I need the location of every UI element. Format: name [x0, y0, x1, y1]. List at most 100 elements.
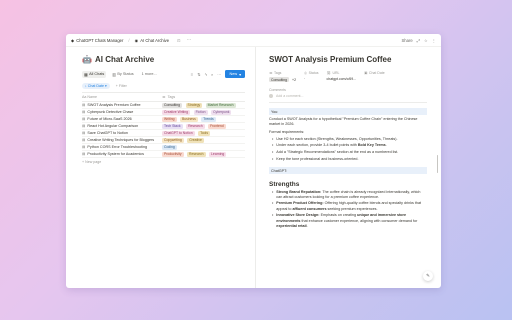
- row-name[interactable]: SWOT Analysis Premium Coffee: [87, 103, 140, 107]
- tag-chip: Productivity: [162, 151, 184, 157]
- property-chat-date[interactable]: ▣ Chat Date: [364, 71, 385, 82]
- tag-chip: Learning: [209, 151, 227, 157]
- breadcrumb-separator: /: [128, 37, 130, 43]
- app-window: ◆ ChatGPT Chats Manager / ◉ AI Chat Arch…: [66, 34, 441, 288]
- tag-chip: Creative Writing: [162, 109, 191, 115]
- breadcrumb-item-archive[interactable]: AI Chat Archive: [140, 38, 169, 43]
- table-body: ▤ SWOT Analysis Premium Coffee Consulting S…: [82, 102, 245, 158]
- page-menu-icon[interactable]: ⋮: [432, 38, 436, 43]
- you-label: You:: [269, 108, 427, 115]
- chat-detail-pane: SWOT Analysis Premium Coffee ≔ Tags Consu…: [257, 47, 441, 288]
- page-icon: ▤: [82, 110, 86, 114]
- table-row[interactable]: ▤ Productivity System for Academics Produc…: [82, 151, 245, 158]
- table-row[interactable]: ▤ Creative Writing Techniques for Blogger…: [82, 137, 245, 144]
- property-url[interactable]: ⛓ URL chatgpt.com/c/69...: [327, 71, 357, 82]
- view-tab-all-chats[interactable]: ▦ All Chats: [82, 70, 107, 78]
- list-icon: ≔: [269, 71, 273, 75]
- pen-icon: ✎: [426, 273, 430, 278]
- column-header-tags[interactable]: ≔ Tags: [162, 95, 245, 99]
- comments-label: Comments: [269, 88, 286, 92]
- table-row[interactable]: ▤ React Hot Angular Comparison Tech Stack R…: [82, 123, 245, 130]
- view-tab-by-status[interactable]: ▥ By Status: [110, 71, 135, 78]
- tag-chip: Copywriting: [162, 137, 184, 143]
- view-tab-more[interactable]: 1 more...: [140, 71, 159, 77]
- page-icon: ▤: [82, 103, 86, 107]
- settings-icon[interactable]: ⋯: [217, 72, 221, 77]
- lightning-icon[interactable]: ϟ: [205, 72, 207, 77]
- list-item: • Add a "Strategic Recommendations" secti…: [272, 150, 399, 155]
- bullet-icon: •: [272, 213, 274, 218]
- table-header: Aa Name ≔ Tags: [82, 93, 245, 102]
- property-tags[interactable]: ≔ Tags Consulting +2: [269, 71, 296, 82]
- list-item: • Premium Product Offering: Offering high…: [272, 201, 422, 211]
- bullet-icon: •: [272, 143, 274, 148]
- tag-chip: Writing: [162, 116, 177, 122]
- row-name[interactable]: Creative Writing Techniques for Bloggers: [87, 138, 154, 142]
- tag-chip: Strategy: [185, 102, 203, 108]
- table-row[interactable]: ▤ Future of Micro-SaaS 2026 Writing Busines…: [82, 116, 245, 123]
- bullet-icon: •: [272, 189, 274, 194]
- strengths-heading: Strengths: [269, 181, 300, 189]
- chevron-down-icon: ▾: [239, 72, 241, 77]
- row-name[interactable]: Python CORS Error Troubleshooting: [87, 145, 147, 149]
- tag-chip: Business: [180, 116, 198, 122]
- table-row[interactable]: ▤ Python CORS Error Troubleshooting Coding: [82, 144, 245, 151]
- avatar: [269, 94, 273, 98]
- chatgpt-label: ChatGPT:: [269, 167, 427, 175]
- calendar-icon: ▣: [364, 71, 368, 75]
- properties-row: ≔ Tags Consulting +2 ◎ Status · ⛓ URL chatg…: [269, 71, 427, 82]
- filter-icon[interactable]: ≡: [191, 72, 193, 77]
- star-icon[interactable]: ☆: [424, 38, 428, 43]
- view-toolbar: ▦ All Chats ▥ By Status 1 more... ≡ ⇅ ϟ …: [82, 70, 245, 78]
- database-title: AI Chat Archive: [94, 55, 155, 64]
- new-button[interactable]: New ▾: [225, 70, 245, 78]
- row-name[interactable]: Cyberpunk Detective Chase: [87, 110, 133, 114]
- table-row[interactable]: ▤ SWOT Analysis Premium Coffee Consulting S…: [82, 102, 245, 109]
- lock-icon: ⊡: [177, 37, 181, 43]
- status-icon: ◎: [304, 71, 308, 75]
- column-header-name[interactable]: Aa Name: [82, 95, 162, 99]
- database-pane: 🤖 AI Chat Archive ▦ All Chats ▥ By Statu…: [66, 47, 256, 288]
- row-name[interactable]: Save ChatGPT to Notion: [87, 131, 128, 135]
- top-bar: ◆ ChatGPT Chats Manager / ◉ AI Chat Arch…: [66, 34, 441, 47]
- property-status[interactable]: ◎ Status ·: [304, 71, 319, 82]
- expand-icon[interactable]: ⤢: [417, 38, 420, 43]
- page-icon: ▤: [82, 152, 86, 156]
- url-value[interactable]: chatgpt.com/c/69...: [327, 77, 357, 81]
- search-icon[interactable]: ⌕: [211, 72, 213, 77]
- page-icon: ▤: [82, 145, 86, 149]
- tag-chip: Tools: [198, 130, 211, 136]
- page-icon: ▤: [82, 138, 86, 142]
- tag-chip: Tech Stack: [162, 123, 183, 129]
- page-icon: ▤: [82, 124, 86, 128]
- list-item: • Under each section, provide 3-4 bullet …: [272, 143, 387, 148]
- bullet-icon: •: [272, 136, 274, 141]
- tag-chip: Research: [187, 151, 206, 157]
- row-name[interactable]: Productivity System for Academics: [87, 152, 144, 156]
- link-icon: ⛓: [326, 71, 331, 75]
- robot-icon: ◉: [134, 37, 139, 43]
- robot-emoji-icon: 🤖: [82, 55, 92, 64]
- add-comment-input[interactable]: Add a comment...: [269, 94, 427, 98]
- tag-chip: Creative: [187, 137, 204, 143]
- row-name[interactable]: React Hot Angular Comparison: [87, 124, 138, 128]
- new-page-button[interactable]: + New page: [82, 160, 245, 164]
- table-row[interactable]: ▤ Save ChatGPT to Notion ChatGPT to Notion…: [82, 130, 245, 137]
- requirements-list: • Use H2 for each section (Strengths, Wea…: [269, 137, 427, 162]
- tag-chip: Coding: [162, 144, 177, 150]
- help-button[interactable]: ✎: [423, 271, 433, 281]
- scrollbar[interactable]: [436, 155, 438, 173]
- table-row[interactable]: ▤ Cyberpunk Detective Chase Creative Writi…: [82, 109, 245, 116]
- add-filter-button[interactable]: + Filter: [116, 84, 127, 88]
- tag-chip: Market Research: [205, 102, 236, 108]
- more-icon[interactable]: ···: [186, 37, 191, 43]
- tag-chip: Consulting: [269, 77, 290, 82]
- board-icon: ▥: [112, 72, 116, 77]
- share-button[interactable]: Share: [402, 38, 413, 43]
- tag-chip: Consulting: [162, 102, 183, 108]
- sort-icon[interactable]: ⇅: [197, 72, 201, 77]
- breadcrumb-item-manager[interactable]: ChatGPT Chats Manager: [76, 38, 123, 43]
- row-name[interactable]: Future of Micro-SaaS 2026: [87, 117, 131, 121]
- chat-date-filter-chip[interactable]: ↓ Chat Date ▾: [82, 83, 110, 89]
- list-item: • Use H2 for each section (Strengths, Wea…: [272, 136, 398, 141]
